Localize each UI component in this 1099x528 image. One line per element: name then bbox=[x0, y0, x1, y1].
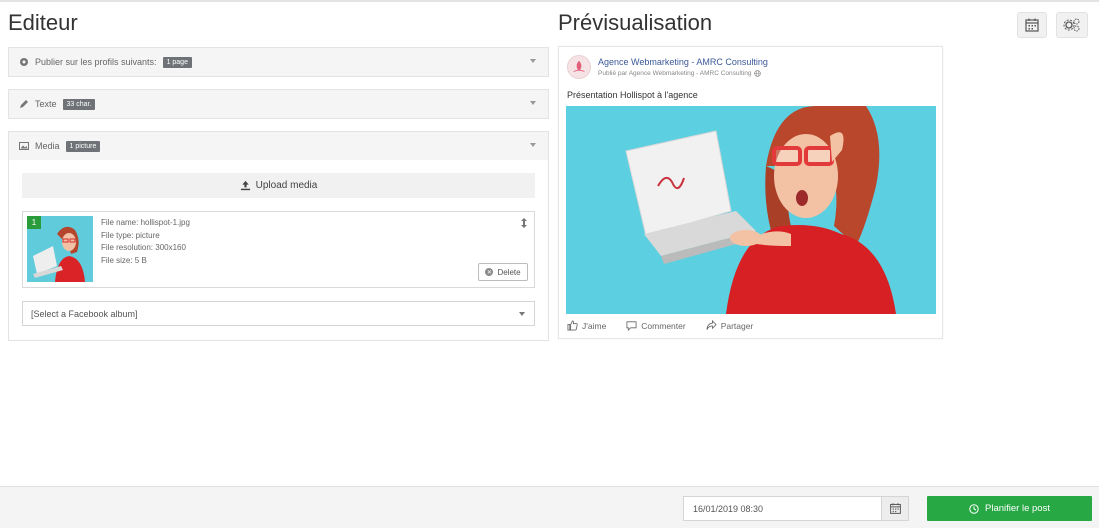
text-panel: Texte 33 char. bbox=[8, 89, 549, 119]
upload-media-label: Upload media bbox=[255, 180, 318, 191]
post-actions: J'aime Commenter Partager bbox=[567, 320, 773, 331]
comment-button[interactable]: Commenter bbox=[626, 320, 686, 331]
media-index-badge: 1 bbox=[27, 216, 41, 229]
gears-icon bbox=[1063, 18, 1080, 32]
thumbs-up-icon bbox=[567, 320, 578, 331]
woman-laptop-image bbox=[566, 106, 936, 314]
schedule-post-label: Planifier le post bbox=[985, 503, 1050, 514]
facebook-album-select[interactable]: [Select a Facebook album] bbox=[22, 301, 535, 326]
published-by-text: Publié par Agence Webmarketing - AMRC Co… bbox=[598, 70, 752, 77]
chevron-down-icon bbox=[530, 101, 536, 105]
settings-button[interactable] bbox=[1056, 12, 1088, 38]
page-avatar bbox=[567, 55, 591, 79]
profiles-panel: Publier sur les profils suivants: 1 page bbox=[8, 47, 549, 77]
media-thumbnail[interactable]: 1 bbox=[27, 216, 93, 282]
calendar-icon bbox=[889, 503, 901, 514]
chevron-down-icon bbox=[530, 59, 536, 63]
file-name: File name: hollispot-1.jpg bbox=[101, 218, 190, 227]
upload-icon bbox=[240, 180, 250, 191]
share-button[interactable]: Partager bbox=[706, 320, 754, 331]
preview-title: Prévisualisation bbox=[558, 10, 713, 35]
text-label: Texte bbox=[35, 99, 57, 109]
profiles-panel-header[interactable]: Publier sur les profils suivants: 1 page bbox=[9, 48, 548, 76]
file-size: File size: 5 B bbox=[101, 255, 147, 265]
editor-panel: Publier sur les profils suivants: 1 page… bbox=[8, 47, 549, 353]
comment-label: Commenter bbox=[641, 320, 686, 331]
media-label: Media bbox=[35, 141, 60, 151]
calendar-button[interactable] bbox=[1017, 12, 1047, 38]
schedule-post-button[interactable]: Planifier le post bbox=[927, 496, 1092, 521]
globe-icon bbox=[754, 70, 762, 77]
date-picker-button[interactable] bbox=[881, 496, 909, 521]
circle-icon bbox=[19, 57, 29, 67]
text-badge: 33 char. bbox=[62, 98, 96, 110]
media-item: 1 File name: hollispot-1.jpg File type: … bbox=[22, 211, 535, 288]
media-file-info: File name: hollispot-1.jpg File type: pi… bbox=[101, 217, 190, 267]
sort-handle-icon[interactable] bbox=[520, 218, 528, 228]
album-select-value: [Select a Facebook album] bbox=[31, 308, 138, 319]
chevron-down-icon bbox=[530, 143, 536, 147]
delete-media-label: Delete bbox=[497, 267, 521, 277]
post-text: Présentation Hollispot à l'agence bbox=[567, 90, 698, 100]
file-type: File type: picture bbox=[101, 230, 160, 240]
schedule-date-value: 16/01/2019 08:30 bbox=[693, 503, 764, 514]
calendar-icon bbox=[1025, 18, 1039, 32]
like-label: J'aime bbox=[582, 320, 607, 331]
profiles-label: Publier sur les profils suivants: bbox=[35, 57, 157, 67]
facebook-post-preview: Agence Webmarketing - AMRC Consulting Pu… bbox=[558, 46, 943, 339]
image-icon bbox=[19, 141, 29, 151]
pencil-icon bbox=[19, 99, 29, 109]
page-logo-icon bbox=[573, 60, 585, 72]
share-icon bbox=[706, 320, 717, 330]
profiles-badge: 1 page bbox=[162, 56, 192, 68]
close-icon: ✕ bbox=[485, 268, 494, 276]
media-panel-header[interactable]: Media 1 picture bbox=[9, 132, 548, 160]
media-badge: 1 picture bbox=[65, 140, 101, 152]
media-panel-body: Upload media 1 File name: hollispot-1.jp… bbox=[9, 160, 548, 340]
clock-icon bbox=[969, 503, 979, 514]
delete-media-button[interactable]: ✕ Delete bbox=[478, 263, 528, 281]
media-panel: Media 1 picture Upload media 1 File name… bbox=[8, 131, 549, 341]
app-frame: Editeur Prévisualisation Publier sur les bbox=[0, 0, 1099, 528]
editor-title: Editeur bbox=[8, 10, 78, 35]
comment-icon bbox=[626, 321, 637, 331]
file-resolution: File resolution: 300x160 bbox=[101, 243, 186, 252]
upload-media-button[interactable]: Upload media bbox=[22, 173, 535, 198]
text-panel-header[interactable]: Texte 33 char. bbox=[9, 90, 548, 118]
like-button[interactable]: J'aime bbox=[567, 320, 606, 331]
post-image bbox=[566, 106, 936, 314]
schedule-date-input[interactable]: 16/01/2019 08:30 bbox=[683, 496, 882, 521]
footer-bar: 16/01/2019 08:30 Planifier le post bbox=[0, 486, 1099, 528]
chevron-down-icon bbox=[519, 312, 525, 316]
share-label: Partager bbox=[720, 320, 754, 331]
published-by: Publié par Agence Webmarketing - AMRC Co… bbox=[598, 70, 762, 77]
page-name-link[interactable]: Agence Webmarketing - AMRC Consulting bbox=[598, 57, 768, 67]
